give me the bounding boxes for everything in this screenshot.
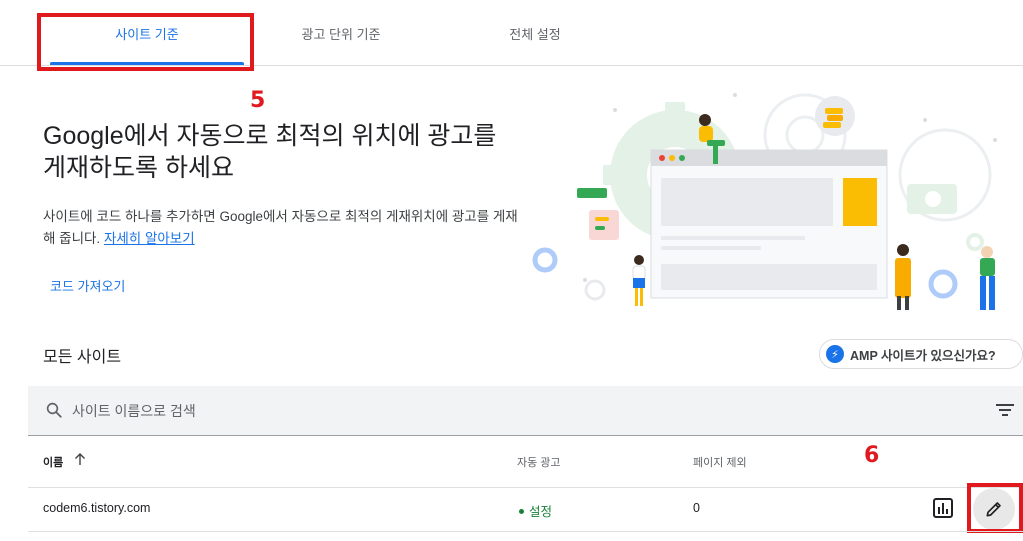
get-code-button[interactable]: 코드 가져오기 (50, 276, 125, 295)
tab-by-ad-unit[interactable]: 광고 단위 기준 (244, 0, 438, 66)
search-icon (46, 402, 62, 418)
learn-more-link[interactable]: 자세히 알아보기 (104, 231, 195, 246)
hero-title: Google에서 자동으로 최적의 위치에 광고를 게재하도록 하세요 (43, 122, 497, 182)
amp-bolt-icon: ⚡ (826, 345, 844, 363)
table-divider (28, 487, 1023, 488)
site-name[interactable]: codem6.tistory.com (43, 501, 150, 515)
all-sites-title: 모든 사이트 (43, 349, 122, 366)
site-search-input[interactable] (72, 386, 952, 436)
page-exclusions-count: 0 (693, 501, 700, 515)
table-divider (28, 531, 1023, 532)
tab-global-settings[interactable]: 전체 설정 (438, 0, 632, 66)
filter-icon[interactable] (996, 402, 1014, 418)
annotation-number-5: 5 (250, 88, 266, 113)
edit-site-button[interactable] (973, 488, 1015, 530)
auto-ads-status: 설정 (519, 501, 552, 520)
bar-chart-icon[interactable] (932, 497, 954, 519)
pencil-icon (986, 502, 1001, 517)
auto-ads-status-label: 설정 (529, 505, 553, 519)
hero-description: 사이트에 코드 하나를 추가하면 Google에서 자동으로 최적의 게재위치에… (43, 206, 523, 250)
auto-ads-illustration (532, 93, 997, 310)
column-header-name[interactable]: 이름 (43, 454, 63, 470)
amp-sites-button[interactable]: ⚡ AMP 사이트가 있으신가요? (819, 339, 1023, 369)
site-search-bar (28, 386, 1023, 436)
amp-sites-label: AMP 사이트가 있으신가요? (850, 348, 996, 363)
sort-arrow-up-icon[interactable] (74, 452, 86, 466)
status-dot (519, 509, 524, 515)
annotation-number-6: 6 (864, 443, 880, 468)
active-tab-indicator (50, 62, 244, 65)
column-header-auto-ads: 자동 광고 (517, 457, 561, 469)
tab-bar: 사이트 기준 광고 단위 기준 전체 설정 (0, 0, 1023, 66)
tab-by-site[interactable]: 사이트 기준 (50, 0, 244, 66)
column-header-page-exclusions: 페이지 제외 (693, 457, 747, 469)
